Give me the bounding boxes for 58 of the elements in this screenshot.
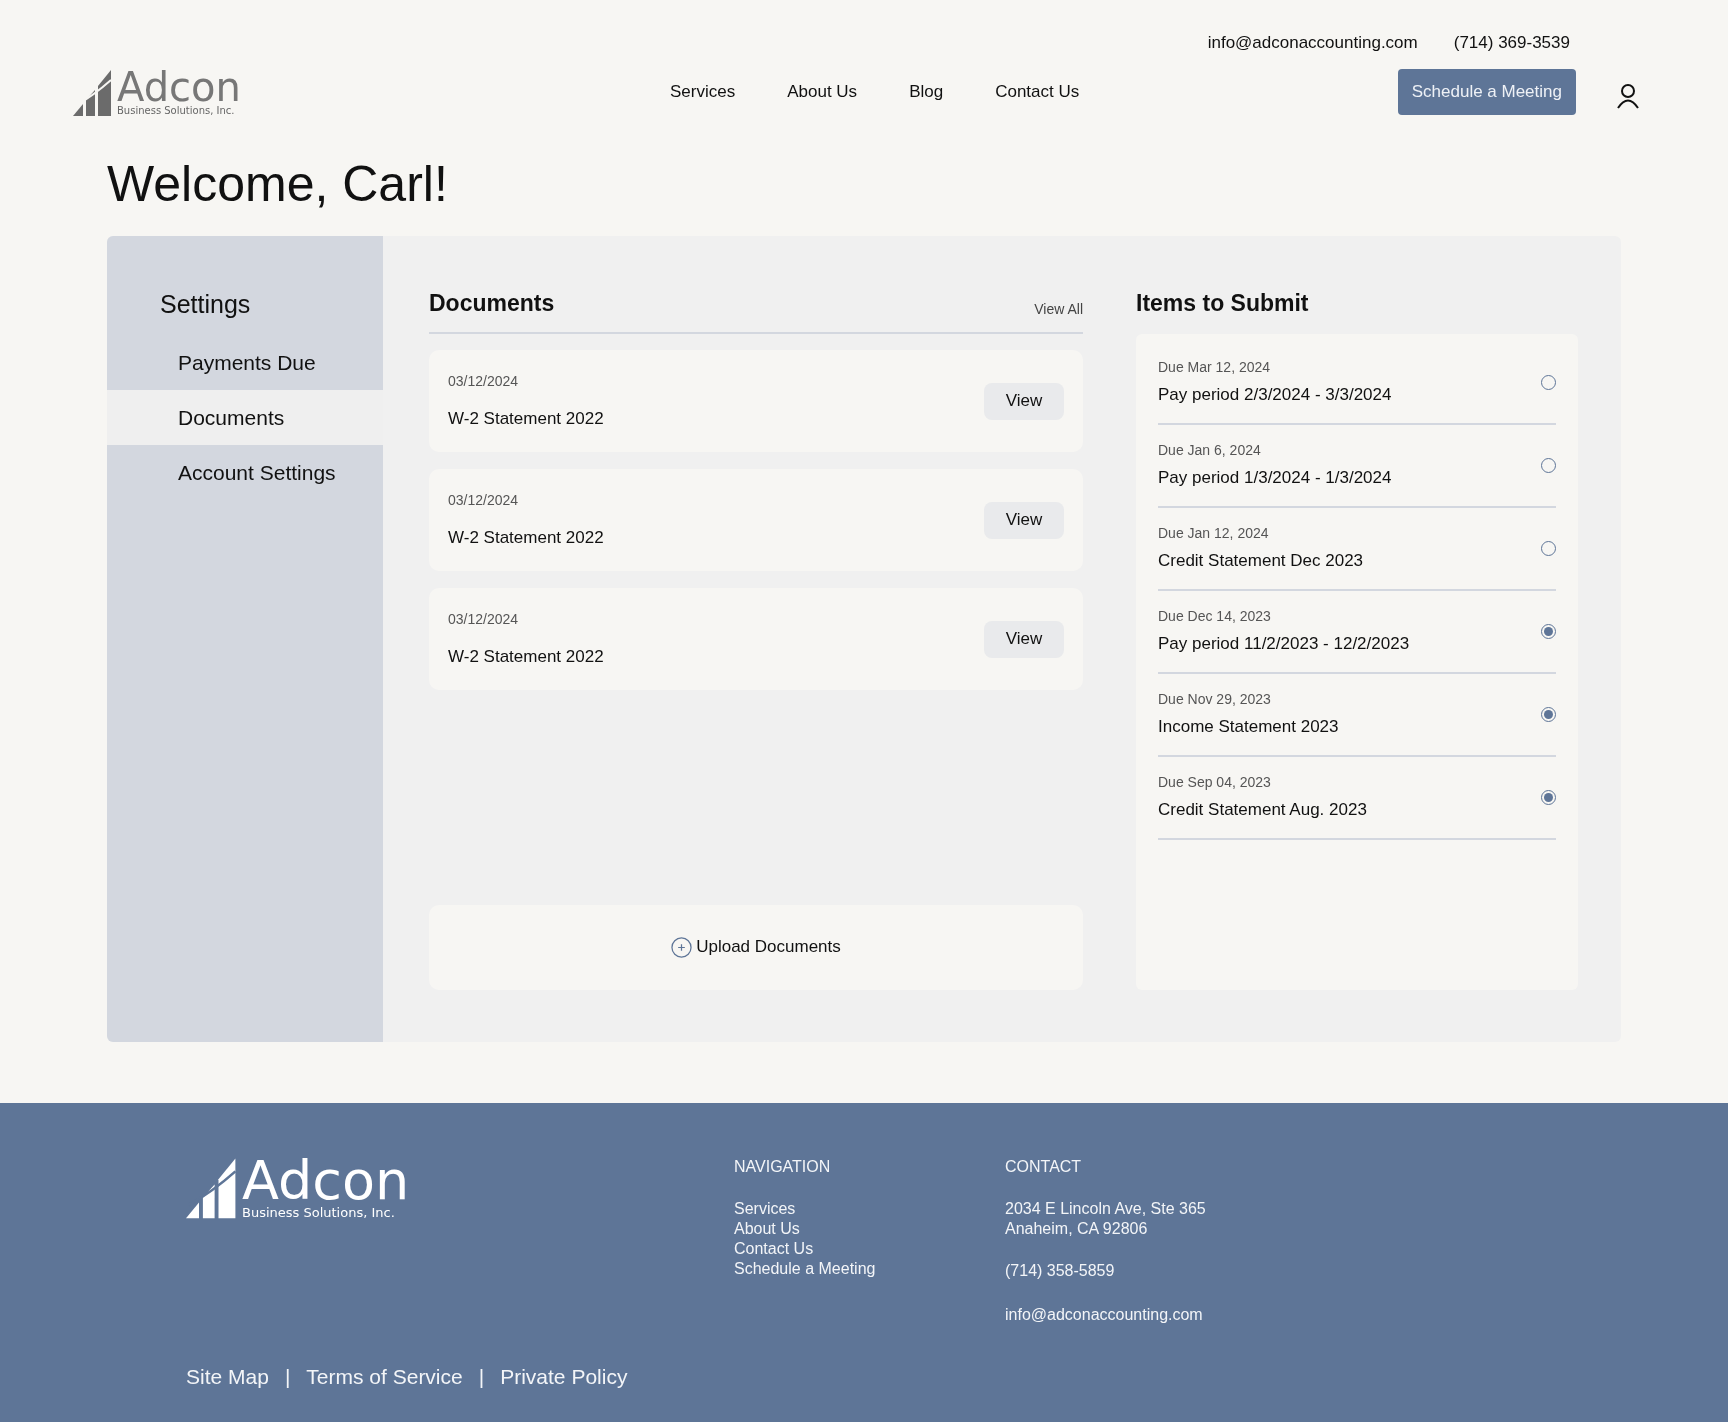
footer-link[interactable]: Schedule a Meeting <box>734 1258 1005 1279</box>
footer-bottom-link[interactable]: Private Policy <box>500 1360 628 1392</box>
view-button[interactable]: View <box>984 501 1064 539</box>
document-date: 03/12/2024 <box>448 371 520 391</box>
link-separator: | <box>284 1363 291 1390</box>
items-to-submit-heading: Items to Submit <box>1136 288 1310 318</box>
document-name: W-2 Statement 2022 <box>448 645 605 668</box>
due-date: Due Mar 12, 2024 <box>1158 358 1272 378</box>
view-button[interactable]: View <box>984 382 1064 420</box>
plus-circle-icon <box>671 936 693 958</box>
documents-heading: Documents <box>429 288 555 318</box>
logo-tagline: Business Solutions, Inc. <box>242 1205 396 1219</box>
sidebar-item[interactable]: Account Settings <box>107 445 383 500</box>
header-email[interactable]: info@adconaccounting.com <box>1207 30 1418 56</box>
logo-wordmark: Adcon <box>117 67 241 106</box>
logo-wordmark: Adcon <box>242 1155 410 1206</box>
footer-bottom-link[interactable]: Terms of Service <box>306 1360 463 1392</box>
address-line: Anaheim, CA 92806 <box>1005 1218 1149 1239</box>
nav-link[interactable]: Contact Us <box>995 78 1080 105</box>
view-all-link[interactable]: View All <box>1034 299 1083 320</box>
nav-link[interactable]: Services <box>670 78 736 105</box>
footer-bottom-link[interactable]: Site Map <box>186 1360 269 1392</box>
footer-link[interactable]: Contact Us <box>734 1238 1005 1259</box>
view-button[interactable]: View <box>984 620 1064 658</box>
item-name: Credit Statement Dec 2023 <box>1158 550 1365 573</box>
footer-email: info@adconaccounting.com <box>1005 1304 1204 1325</box>
logo-tagline: Business Solutions, Inc. <box>117 105 236 116</box>
footer-link[interactable]: About Us <box>734 1218 1005 1239</box>
item-name: Pay period 11/2/2023 - 12/2/2023 <box>1158 633 1411 656</box>
due-date: Due Dec 14, 2023 <box>1158 607 1272 627</box>
schedule-meeting-button[interactable]: Schedule a Meeting <box>1397 68 1576 115</box>
sidebar-title: Settings <box>160 288 252 320</box>
header-phone[interactable]: (714) 369-3539 <box>1453 30 1570 56</box>
document-date: 03/12/2024 <box>448 490 520 510</box>
footer-phone: (714) 358-5859 <box>1005 1260 1116 1281</box>
user-icon[interactable] <box>1616 82 1640 109</box>
sidebar-item[interactable]: Documents <box>107 390 383 445</box>
footer-contact-heading: CONTACT <box>1005 1156 1083 1177</box>
due-date: Due Nov 29, 2023 <box>1158 690 1272 710</box>
nav-link[interactable]: Blog <box>909 78 944 105</box>
footer-navigation-heading: NAVIGATION <box>734 1156 832 1177</box>
due-date: Due Jan 6, 2024 <box>1158 441 1262 461</box>
item-name: Credit Statement Aug. 2023 <box>1158 799 1368 822</box>
item-name: Income Statement 2023 <box>1158 716 1340 739</box>
due-date: Due Sep 04, 2023 <box>1158 773 1272 793</box>
address-line: 2034 E Lincoln Ave, Ste 365 <box>1005 1198 1206 1219</box>
welcome-heading: Welcome, Carl! <box>107 154 449 214</box>
nav-link[interactable]: About Us <box>787 78 858 105</box>
item-name: Pay period 1/3/2024 - 1/3/2024 <box>1158 467 1393 490</box>
document-date: 03/12/2024 <box>448 609 520 629</box>
sidebar-item[interactable]: Payments Due <box>107 335 383 390</box>
document-name: W-2 Statement 2022 <box>448 526 605 549</box>
item-name: Pay period 2/3/2024 - 3/3/2024 <box>1158 384 1393 407</box>
document-name: W-2 Statement 2022 <box>448 407 605 430</box>
due-date: Due Jan 12, 2024 <box>1158 524 1270 544</box>
link-separator: | <box>478 1363 485 1390</box>
footer-link[interactable]: Services <box>734 1198 1005 1219</box>
upload-documents-button[interactable]: Upload Documents <box>429 904 1083 990</box>
